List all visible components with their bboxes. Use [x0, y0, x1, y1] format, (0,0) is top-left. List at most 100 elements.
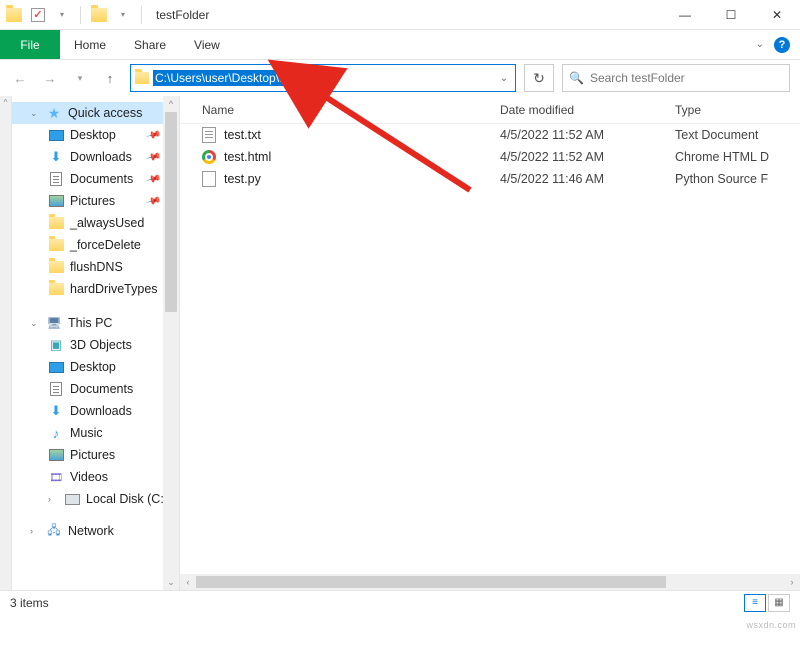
sidebar-item-music[interactable]: ♪Music — [12, 422, 179, 444]
column-header-name[interactable]: Name — [180, 103, 500, 117]
scroll-up-icon[interactable]: ^ — [0, 96, 11, 108]
sidebar-item-local-disk[interactable]: › Local Disk (C:) — [12, 488, 179, 510]
qat-dropdown-icon[interactable]: ▾ — [113, 5, 133, 25]
file-tab[interactable]: File — [0, 30, 60, 59]
qat-dropdown-icon[interactable]: ▾ — [52, 5, 72, 25]
column-header-type[interactable]: Type — [675, 103, 800, 117]
refresh-button[interactable]: ↻ — [524, 64, 554, 92]
maximize-button[interactable]: ☐ — [708, 0, 754, 30]
scroll-thumb[interactable] — [196, 576, 666, 588]
sidebar-item-label: Documents — [70, 382, 133, 396]
file-row[interactable]: test.txt 4/5/2022 11:52 AM Text Document — [180, 124, 800, 146]
large-icons-view-button[interactable]: ▦ — [768, 594, 790, 612]
network-icon: 🖧 — [46, 523, 62, 539]
search-icon: 🔍 — [569, 71, 584, 85]
sidebar-item-pictures[interactable]: Pictures — [12, 444, 179, 466]
left-scroll-gutter[interactable]: ^ — [0, 96, 12, 590]
folder-icon — [49, 283, 64, 295]
tab-share[interactable]: Share — [120, 30, 180, 59]
sidebar-item-documents[interactable]: Documents — [12, 378, 179, 400]
scroll-up-icon[interactable]: ^ — [163, 96, 179, 112]
details-view-button[interactable]: ≡ — [744, 594, 766, 612]
sidebar-item-label: Documents — [70, 172, 133, 186]
sidebar-item-label: Music — [70, 426, 103, 440]
sidebar-item-pictures[interactable]: Pictures📌 — [12, 190, 179, 212]
watermark: wsxdn.com — [746, 620, 796, 630]
this-pc-icon: 🖥 — [46, 315, 62, 331]
chevron-down-icon[interactable]: ⌄ — [30, 108, 40, 119]
sidebar-item-desktop[interactable]: Desktop📌 — [12, 124, 179, 146]
scroll-thumb[interactable] — [165, 112, 177, 312]
expand-ribbon-icon[interactable]: ⌄ — [756, 39, 764, 50]
scroll-down-icon[interactable]: ⌄ — [163, 574, 179, 590]
sidebar-item-label: Videos — [70, 470, 108, 484]
chevron-right-icon[interactable]: › — [48, 494, 58, 504]
back-button[interactable]: ← — [8, 66, 32, 90]
recent-locations-icon[interactable]: ▾ — [68, 66, 92, 90]
file-date: 4/5/2022 11:52 AM — [500, 128, 675, 142]
close-button[interactable]: ✕ — [754, 0, 800, 30]
sidebar-item-downloads[interactable]: ⬇ Downloads — [12, 400, 179, 422]
status-bar: 3 items ≡ ▦ — [0, 590, 800, 614]
content-area: ^ ⌄ ★ Quick access Desktop📌 ⬇Downloads📌 … — [0, 96, 800, 590]
file-name: test.py — [224, 172, 261, 186]
pin-icon: 📌 — [145, 149, 161, 165]
sidebar-item-videos[interactable]: 🎞Videos — [12, 466, 179, 488]
scroll-right-icon[interactable]: › — [784, 577, 800, 587]
sidebar-item-folder[interactable]: _alwaysUsed — [12, 212, 179, 234]
sidebar-item-documents[interactable]: Documents📌 — [12, 168, 179, 190]
sidebar-item-label: Pictures — [70, 448, 115, 462]
sidebar-item-label: flushDNS — [70, 260, 123, 274]
sidebar-item-label: _forceDelete — [70, 238, 141, 252]
column-header-date[interactable]: Date modified — [500, 103, 675, 117]
file-date: 4/5/2022 11:46 AM — [500, 172, 675, 186]
downloads-icon: ⬇ — [48, 149, 64, 165]
address-dropdown-icon[interactable]: ⌄ — [493, 73, 515, 84]
sidebar-item-label: Local Disk (C:) — [86, 492, 168, 506]
sidebar-item-label: 3D Objects — [70, 338, 132, 352]
sidebar-item-label: Downloads — [70, 404, 132, 418]
file-type: Chrome HTML D — [675, 150, 800, 164]
sidebar-item-desktop[interactable]: Desktop — [12, 356, 179, 378]
help-icon[interactable]: ? — [774, 37, 790, 53]
address-row: ← → ▾ ↑ C:\Users\user\Desktop\testFolder… — [0, 60, 800, 96]
sidebar-item-3d-objects[interactable]: ▣3D Objects — [12, 334, 179, 356]
horizontal-scrollbar[interactable]: ‹ › — [180, 574, 800, 590]
up-button[interactable]: ↑ — [98, 66, 122, 90]
forward-button[interactable]: → — [38, 66, 62, 90]
sidebar-item-downloads[interactable]: ⬇Downloads📌 — [12, 146, 179, 168]
file-row[interactable]: test.html 4/5/2022 11:52 AM Chrome HTML … — [180, 146, 800, 168]
pictures-icon — [49, 195, 64, 207]
file-date: 4/5/2022 11:52 AM — [500, 150, 675, 164]
tab-view[interactable]: View — [180, 30, 234, 59]
properties-check-icon[interactable]: ✓ — [28, 5, 48, 25]
sidebar-this-pc[interactable]: ⌄ 🖥 This PC — [12, 312, 179, 334]
file-name: test.html — [224, 150, 271, 164]
disk-icon — [65, 494, 80, 505]
address-bar[interactable]: C:\Users\user\Desktop\testFolder ⌄ — [130, 64, 516, 92]
sidebar-item-folder[interactable]: flushDNS — [12, 256, 179, 278]
minimize-button[interactable]: — — [662, 0, 708, 30]
address-path[interactable]: C:\Users\user\Desktop\testFolder — [153, 70, 334, 86]
file-row[interactable]: test.py 4/5/2022 11:46 AM Python Source … — [180, 168, 800, 190]
ribbon: File Home Share View ⌄ ? — [0, 30, 800, 60]
desktop-icon — [49, 362, 64, 373]
sidebar-item-folder[interactable]: hardDriveTypes — [12, 278, 179, 300]
sidebar-network[interactable]: › 🖧 Network — [12, 520, 179, 542]
sidebar-item-label: hardDriveTypes — [70, 282, 158, 296]
quick-access-toolbar: ✓ ▾ ▾ — [0, 5, 150, 25]
chevron-right-icon[interactable]: › — [30, 526, 40, 536]
chevron-down-icon[interactable]: ⌄ — [30, 318, 40, 329]
sidebar-item-folder[interactable]: _forceDelete — [12, 234, 179, 256]
sidebar-quick-access[interactable]: ⌄ ★ Quick access — [12, 102, 179, 124]
nav-scrollbar[interactable]: ^ ⌄ — [163, 96, 179, 590]
scroll-left-icon[interactable]: ‹ — [180, 577, 196, 587]
folder-icon — [49, 261, 64, 273]
downloads-icon: ⬇ — [48, 403, 64, 419]
search-box[interactable]: 🔍 Search testFolder — [562, 64, 790, 92]
folder-context-icon — [89, 5, 109, 25]
tab-home[interactable]: Home — [60, 30, 120, 59]
text-file-icon — [202, 127, 216, 143]
separator — [80, 6, 81, 24]
chrome-icon — [202, 150, 216, 164]
